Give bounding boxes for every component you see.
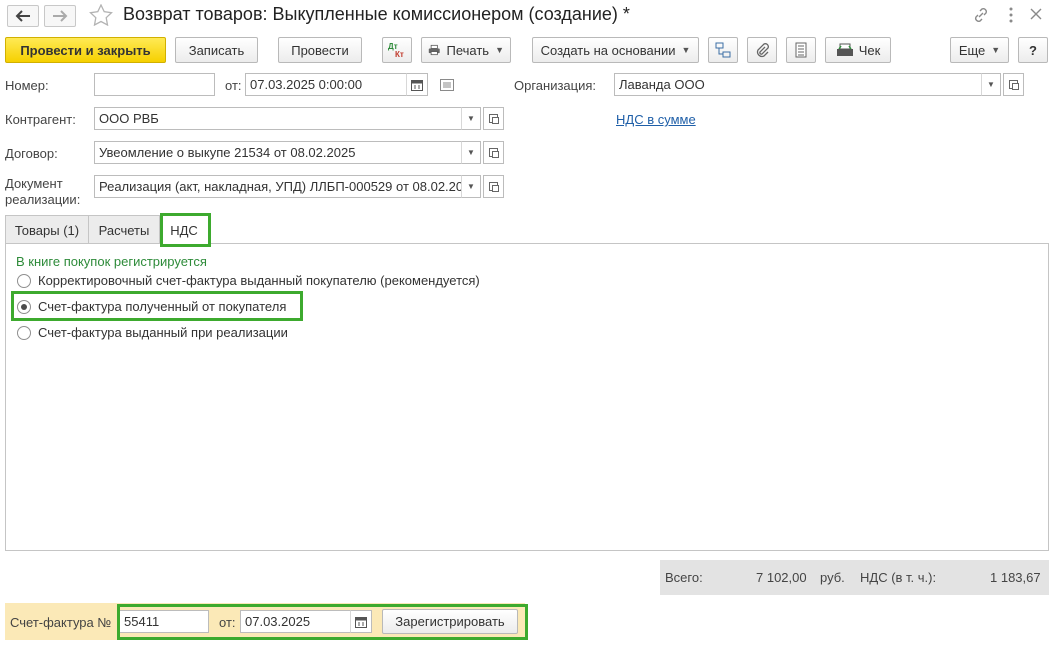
currency-label: руб. — [820, 570, 845, 585]
back-button[interactable] — [7, 5, 39, 27]
contractor-field[interactable]: ООО РВБ — [94, 107, 462, 130]
create-based-on-label: Создать на основании — [540, 42, 676, 58]
chevron-down-icon: ▼ — [467, 182, 475, 191]
calendar-icon — [411, 79, 423, 91]
invoice-date-field[interactable]: 07.03.2025 — [240, 610, 351, 633]
radio-button[interactable] — [17, 273, 31, 288]
radio-label: Корректировочный счет-фактура выданный п… — [38, 273, 480, 288]
link-icon[interactable] — [972, 6, 990, 27]
close-icon[interactable] — [1027, 5, 1045, 26]
chevron-down-icon: ▼ — [467, 114, 475, 123]
radio-option-invoice-from-buyer[interactable]: Счет-фактура полученный от покупателя — [17, 299, 286, 314]
arrow-right-icon — [53, 10, 68, 22]
calendar-button[interactable] — [406, 73, 428, 96]
calendar-icon — [355, 616, 367, 628]
invoice-calendar-button[interactable] — [350, 610, 372, 633]
receipt-button[interactable]: Чек — [825, 37, 891, 63]
radio-button-selected[interactable] — [17, 299, 31, 314]
vat-tab-panel — [5, 243, 1049, 551]
contractor-open-button[interactable] — [483, 107, 504, 130]
attach-button[interactable] — [747, 37, 777, 63]
open-window-icon — [489, 148, 499, 158]
favorite-star-icon[interactable] — [89, 3, 113, 29]
forward-button[interactable] — [44, 5, 76, 27]
more-button[interactable]: Еще ▼ — [950, 37, 1009, 63]
paperclip-icon — [756, 43, 769, 58]
contractor-label: Контрагент: — [5, 112, 76, 127]
organization-field[interactable]: Лаванда ООО — [614, 73, 982, 96]
comment-icon[interactable] — [440, 79, 454, 94]
chevron-down-icon: ▼ — [495, 45, 504, 55]
contract-dropdown[interactable]: ▼ — [461, 141, 481, 164]
vat-in-sum-link[interactable]: НДС в сумме — [616, 112, 696, 127]
realization-label-line2: реализации: — [5, 192, 81, 207]
more-actions-icon[interactable] — [1007, 6, 1015, 27]
radio-option-corrective-invoice[interactable]: Корректировочный счет-фактура выданный п… — [17, 273, 480, 288]
svg-text:Кт: Кт — [395, 50, 404, 59]
print-button[interactable]: Печать ▼ — [421, 37, 511, 63]
dt-kt-icon: Дт Кт — [388, 42, 404, 59]
structure-button[interactable] — [708, 37, 738, 63]
post-and-close-button[interactable]: Провести и закрыть — [5, 37, 166, 63]
post-button[interactable]: Провести — [278, 37, 362, 63]
create-based-on-button[interactable]: Создать на основании ▼ — [532, 37, 699, 63]
totals-panel: Всего: 7 102,00 руб. НДС (в т. ч.): 1 18… — [660, 560, 1049, 595]
open-window-icon — [1009, 80, 1019, 90]
tab-settlements[interactable]: Расчеты — [88, 215, 160, 244]
document-list-icon — [795, 42, 807, 58]
total-value: 7 102,00 — [756, 570, 807, 585]
invoice-number-label: Счет-фактура № — [10, 615, 112, 630]
realization-open-button[interactable] — [483, 175, 504, 198]
realization-dropdown[interactable]: ▼ — [461, 175, 481, 198]
contract-field[interactable]: Увеомление о выкупе 21534 от 08.02.2025 — [94, 141, 462, 164]
report-button[interactable] — [786, 37, 816, 63]
total-label: Всего: — [665, 570, 703, 585]
realization-label: Документ реализации: — [5, 176, 80, 208]
tab-goods[interactable]: Товары (1) — [5, 215, 89, 244]
active-tab-connector — [160, 242, 208, 245]
page-title: Возврат товаров: Выкупленные комиссионер… — [123, 4, 630, 24]
vat-value: 1 183,67 — [990, 570, 1041, 585]
contractor-dropdown[interactable]: ▼ — [461, 107, 481, 130]
realization-field[interactable]: Реализация (акт, накладная, УПД) ЛЛБП-00… — [94, 175, 462, 198]
more-label: Еще — [958, 42, 986, 58]
structure-icon — [715, 42, 731, 58]
number-label: Номер: — [5, 78, 49, 93]
radio-label: Счет-фактура выданный при реализации — [38, 325, 288, 340]
organization-open-button[interactable] — [1003, 73, 1024, 96]
organization-label: Организация: — [514, 78, 597, 93]
register-button[interactable]: Зарегистрировать — [382, 609, 518, 634]
save-button[interactable]: Записать — [175, 37, 258, 63]
cash-register-icon — [836, 43, 853, 56]
contract-open-button[interactable] — [483, 141, 504, 164]
realization-label-line1: Документ — [5, 176, 63, 191]
number-field[interactable] — [94, 73, 215, 96]
printer-icon — [428, 44, 440, 56]
vat-included-label: НДС (в т. ч.): — [860, 570, 937, 585]
chevron-down-icon: ▼ — [987, 80, 995, 89]
date-label: от: — [225, 78, 242, 93]
arrow-left-icon — [15, 10, 30, 22]
organization-dropdown[interactable]: ▼ — [981, 73, 1001, 96]
radio-button[interactable] — [17, 325, 31, 340]
open-window-icon — [489, 182, 499, 192]
tab-vat[interactable]: НДС — [159, 215, 209, 244]
chevron-down-icon: ▼ — [991, 45, 1001, 55]
receipt-label: Чек — [858, 42, 881, 58]
invoice-number-field[interactable]: 55411 — [119, 610, 209, 633]
help-button[interactable]: ? — [1018, 37, 1048, 63]
contract-label: Договор: — [5, 146, 58, 161]
radio-option-invoice-at-sale[interactable]: Счет-фактура выданный при реализации — [17, 325, 288, 340]
print-label: Печать — [446, 42, 490, 58]
chevron-down-icon: ▼ — [467, 148, 475, 157]
chevron-down-icon: ▼ — [681, 45, 691, 55]
invoice-date-label: от: — [219, 615, 236, 630]
open-window-icon — [489, 114, 499, 124]
radio-label: Счет-фактура полученный от покупателя — [38, 299, 287, 314]
dt-kt-button[interactable]: Дт Кт — [382, 37, 412, 63]
purchase-book-heading: В книге покупок регистрируется — [16, 254, 207, 269]
date-field[interactable]: 07.03.2025 0:00:00 — [245, 73, 407, 96]
